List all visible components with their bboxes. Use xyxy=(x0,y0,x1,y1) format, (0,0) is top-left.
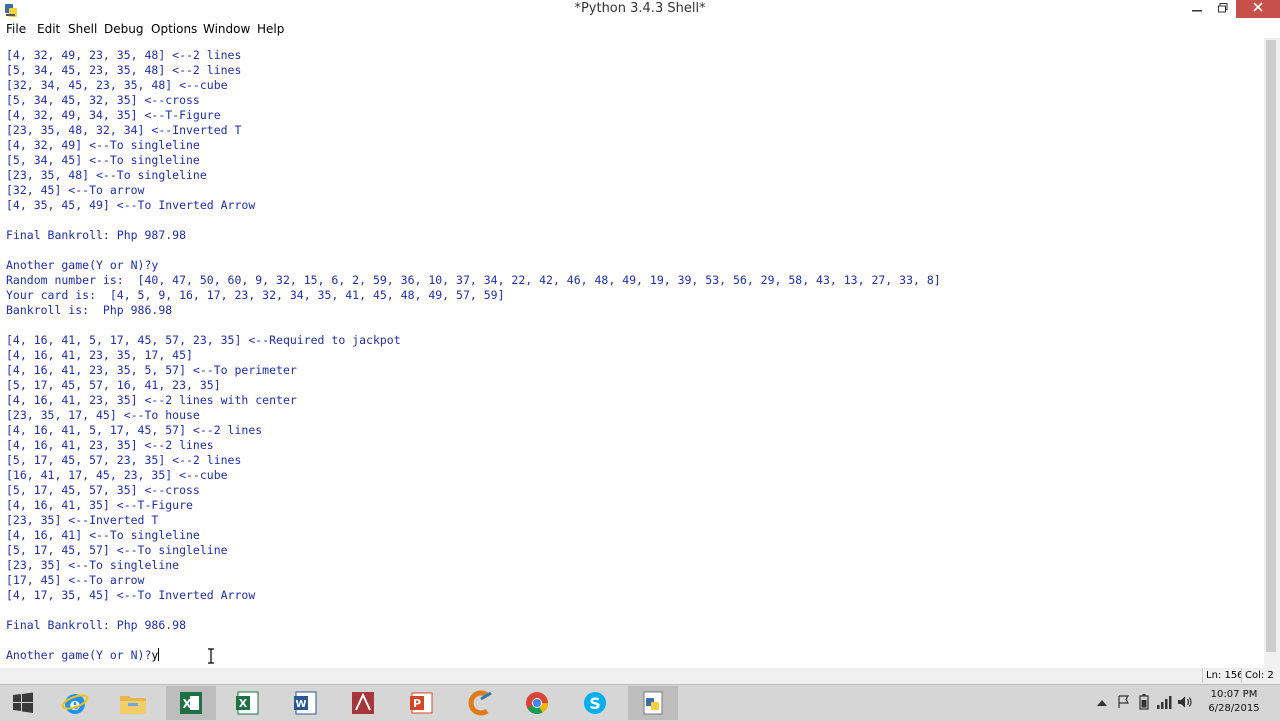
shell-line: [23, 35, 17, 45] <--To house xyxy=(6,408,200,422)
battery-icon[interactable] xyxy=(1134,693,1154,713)
text-cursor-icon xyxy=(208,648,214,664)
shell-line: Another game(Y or N)?y xyxy=(6,258,159,272)
shell-line: [5, 34, 45] <--To singleline xyxy=(6,153,200,167)
shell-line: [4, 32, 49, 34, 35] <--T-Figure xyxy=(6,108,221,122)
word-icon: W xyxy=(294,691,317,715)
text-caret xyxy=(158,648,160,661)
flag-icon[interactable] xyxy=(1114,694,1134,712)
shell-line: Random number is: [40, 47, 50, 60, 9, 32… xyxy=(6,273,941,287)
shell-prompt: Another game(Y or N)? xyxy=(6,648,152,662)
shell-line: [23, 35, 48] <--To singleline xyxy=(6,168,207,182)
taskbar-clock[interactable]: 10:07 PM 6/28/2015 xyxy=(1204,688,1264,716)
shell-line: [16, 41, 17, 45, 23, 35] <--cube xyxy=(6,468,228,482)
shell-text-area[interactable]: [4, 32, 49, 23, 35, 48] <--2 lines [5, 34… xyxy=(0,32,1264,668)
shell-line: [23, 35] <--To singleline xyxy=(6,558,180,572)
shell-line: [4, 16, 41, 23, 35] <--2 lines xyxy=(6,438,214,452)
start-button[interactable] xyxy=(0,686,46,720)
shell-line: [5, 17, 45, 57, 16, 41, 23, 35] xyxy=(6,378,221,392)
svg-text:W: W xyxy=(295,699,306,710)
minimize-button[interactable] xyxy=(1184,0,1210,18)
shell-line: [4, 16, 41, 23, 35, 5, 57] <--To perimet… xyxy=(6,363,297,377)
status-line: Ln: 156 xyxy=(1202,668,1242,683)
scrollbar-thumb[interactable] xyxy=(1266,40,1276,652)
volume-icon[interactable] xyxy=(1174,695,1196,712)
clock-time: 10:07 PM xyxy=(1210,689,1258,700)
system-tray xyxy=(1094,686,1196,720)
minimize-icon xyxy=(1192,2,1202,16)
restore-icon xyxy=(1218,2,1228,16)
shell-line: Final Bankroll: Php 987.98 xyxy=(6,228,187,242)
taskbar-internet-explorer[interactable]: e xyxy=(50,686,100,720)
shell-line: Your card is: [4, 5, 9, 16, 17, 23, 32, … xyxy=(6,288,505,302)
shell-input[interactable]: y xyxy=(151,648,158,662)
svg-text:P: P xyxy=(413,697,421,710)
shell-line: [4, 16, 41, 23, 35, 17, 45] xyxy=(6,348,193,362)
title-bar: *Python 3.4.3 Shell* xyxy=(0,0,1280,21)
shell-line: [5, 17, 45, 57, 35] <--cross xyxy=(6,483,200,497)
window-title: *Python 3.4.3 Shell* xyxy=(574,1,706,16)
start-icon xyxy=(13,692,33,713)
svg-text:S: S xyxy=(589,694,601,713)
access-icon xyxy=(352,692,374,714)
shell-line: Bankroll is: Php 986.98 xyxy=(6,303,173,317)
clock-date: 6/28/2015 xyxy=(1208,703,1260,714)
status-column: Col: 2 xyxy=(1241,668,1279,683)
taskbar-excel-2[interactable]: X xyxy=(222,686,272,720)
shell-line: [4, 16, 41, 5, 17, 45, 57] <--2 lines xyxy=(6,423,263,437)
shell-line: [4, 35, 45, 49] <--To Inverted Arrow xyxy=(6,198,256,212)
taskbar-excel-1[interactable]: X xyxy=(166,686,216,720)
shell-line: [23, 35] <--Inverted T xyxy=(6,513,159,527)
shell-line: [4, 16, 41, 23, 35] <--2 lines with cent… xyxy=(6,393,297,407)
shell-line: [5, 34, 45, 32, 35] <--cross xyxy=(6,93,200,107)
status-bar xyxy=(0,668,1280,684)
shell-prompt-line[interactable]: Another game(Y or N)?y xyxy=(6,648,160,663)
app-icon xyxy=(468,690,492,716)
shell-line: Final Bankroll: Php 986.98 xyxy=(6,618,187,632)
skype-icon: S xyxy=(584,692,606,714)
shell-line: [5, 34, 45, 23, 35, 48] <--2 lines xyxy=(6,63,242,77)
excel-icon: X xyxy=(180,692,202,714)
shell-line: [5, 17, 45, 57] <--To singleline xyxy=(6,543,228,557)
shell-line: [4, 32, 49] <--To singleline xyxy=(6,138,200,152)
taskbar-access[interactable] xyxy=(338,686,388,720)
internet-explorer-icon: e xyxy=(61,694,89,715)
restore-button[interactable] xyxy=(1210,0,1236,18)
shell-line: [4, 16, 41, 35] <--T-Figure xyxy=(6,498,193,512)
taskbar-python-idle[interactable] xyxy=(628,686,678,720)
excel-icon: X xyxy=(236,691,259,715)
taskbar-powerpoint[interactable]: P xyxy=(396,686,446,720)
taskbar-skype[interactable]: S xyxy=(570,686,620,720)
file-explorer-icon xyxy=(120,696,146,714)
close-button[interactable] xyxy=(1236,0,1280,18)
shell-line: [4, 32, 49, 23, 35, 48] <--2 lines xyxy=(6,48,242,62)
close-icon xyxy=(1253,1,1263,16)
taskbar-chrome[interactable] xyxy=(512,686,562,720)
shell-line: [4, 16, 41, 5, 17, 45, 57, 23, 35] <--Re… xyxy=(6,333,401,347)
taskbar-file-explorer[interactable] xyxy=(108,686,158,720)
shell-line: [32, 34, 45, 23, 35, 48] <--cube xyxy=(6,78,228,92)
powerpoint-icon: P xyxy=(410,692,433,714)
svg-text:X: X xyxy=(239,697,248,710)
taskbar-app[interactable] xyxy=(454,686,504,720)
svg-text:X: X xyxy=(182,697,192,711)
shell-line: [4, 16, 41] <--To singleline xyxy=(6,528,200,542)
shell-line: [5, 17, 45, 57, 23, 35] <--2 lines xyxy=(6,453,242,467)
chevron-up-icon[interactable] xyxy=(1094,696,1110,710)
shell-line: [17, 45] <--To arrow xyxy=(6,573,145,587)
taskbar-word[interactable]: W xyxy=(280,686,330,720)
shell-line: [4, 17, 35, 45] <--To Inverted Arrow xyxy=(6,588,256,602)
python-idle-icon xyxy=(643,691,663,715)
shell-line: [32, 45] <--To arrow xyxy=(6,183,145,197)
network-icon[interactable] xyxy=(1154,695,1174,712)
chrome-icon xyxy=(526,692,548,714)
shell-line: [23, 35, 48, 32, 34] <--Inverted T xyxy=(6,123,242,137)
